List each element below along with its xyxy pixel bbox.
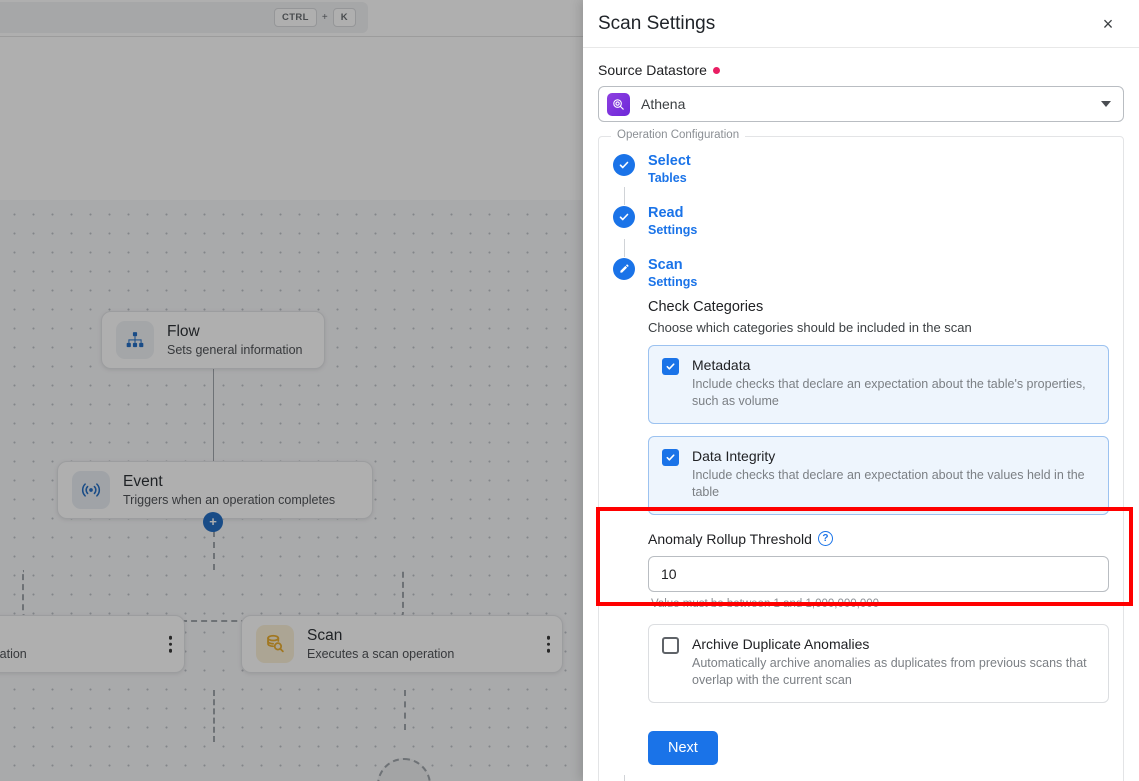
- anomaly-rollup-threshold-label-text: Anomaly Rollup Threshold: [648, 530, 812, 547]
- help-icon[interactable]: ?: [817, 531, 833, 547]
- checkbox-metadata-label: Metadata: [692, 356, 751, 373]
- panel-body: Source Datastore Athena Operation Config…: [583, 48, 1139, 781]
- step-scan-title: Scan: [648, 256, 683, 273]
- check-categories-title: Check Categories: [648, 298, 764, 315]
- page-title: Scan Settings: [598, 12, 716, 34]
- anomaly-rollup-threshold-input[interactable]: [648, 555, 1109, 592]
- chevron-down-icon[interactable]: [1101, 101, 1111, 107]
- modal-backdrop[interactable]: [0, 0, 583, 781]
- scan-settings-panel: Scan Settings × Source Datastore Athena: [583, 0, 1139, 781]
- pencil-icon: [613, 257, 635, 280]
- step-scan-subtitle: Settings: [648, 275, 698, 290]
- source-datastore-label-text: Source Datastore: [598, 62, 707, 78]
- step-scan-settings[interactable]: Scan Settings: [613, 257, 1109, 291]
- step-read-subtitle: Settings: [648, 223, 698, 238]
- operation-configuration-fieldset: Operation Configuration Select Tables Re…: [598, 129, 1124, 781]
- checkbox-metadata[interactable]: [662, 357, 679, 375]
- required-indicator: [712, 66, 720, 74]
- checkbox-data-integrity[interactable]: [662, 448, 679, 466]
- panel-header: Scan Settings ×: [583, 0, 1139, 48]
- source-datastore-label: Source Datastore: [598, 62, 1124, 78]
- step-connector-1: [623, 186, 625, 205]
- checkbox-data-integrity-label: Data Integrity: [692, 447, 776, 464]
- close-icon[interactable]: ×: [1095, 11, 1121, 37]
- checkbox-archive-label: Archive Duplicate Anomalies: [692, 635, 870, 652]
- anomaly-rollup-threshold-label: Anomaly Rollup Threshold ?: [648, 531, 1109, 547]
- next-button[interactable]: Next: [648, 730, 718, 765]
- operation-configuration-legend: Operation Configuration: [611, 129, 746, 141]
- checkbox-metadata-description: Include checks that declare an expectati…: [692, 376, 1086, 409]
- step-select-title: Select: [648, 153, 691, 169]
- step-connector-3: [623, 774, 625, 781]
- scan-settings-content: Check Categories Choose which categories…: [648, 299, 1109, 765]
- checkbox-archive-duplicate-anomalies[interactable]: [662, 636, 679, 654]
- step-select-tables[interactable]: Select Tables: [613, 153, 1109, 187]
- step-read-settings[interactable]: Read Settings: [613, 205, 1109, 239]
- step-check-icon: [613, 205, 635, 228]
- step-read-title: Read: [648, 204, 684, 221]
- step-select-subtitle: Tables: [648, 171, 687, 186]
- checkbox-card-metadata[interactable]: Metadata Include checks that declare an …: [648, 344, 1109, 424]
- source-datastore-select[interactable]: Athena: [598, 86, 1124, 122]
- check-categories-subtitle: Choose which categories should be includ…: [648, 319, 972, 335]
- checkbox-card-data-integrity[interactable]: Data Integrity Include checks that decla…: [648, 435, 1109, 515]
- source-datastore-value: Athena: [641, 96, 686, 112]
- step-check-icon: [613, 154, 635, 176]
- checkbox-data-integrity-description: Include checks that declare an expectati…: [692, 467, 1085, 500]
- flow-canvas[interactable]: iners and fields CTRL + K: [0, 0, 583, 781]
- checkbox-card-archive-duplicate-anomalies[interactable]: Archive Duplicate Anomalies Automaticall…: [648, 623, 1109, 703]
- anomaly-rollup-threshold-hint: Value must be between 1 and 1,000,000,00…: [651, 597, 880, 610]
- step-connector-2: [623, 238, 625, 257]
- athena-icon: [607, 92, 630, 116]
- checkbox-archive-description: Automatically archive anomalies as dupli…: [692, 655, 1087, 688]
